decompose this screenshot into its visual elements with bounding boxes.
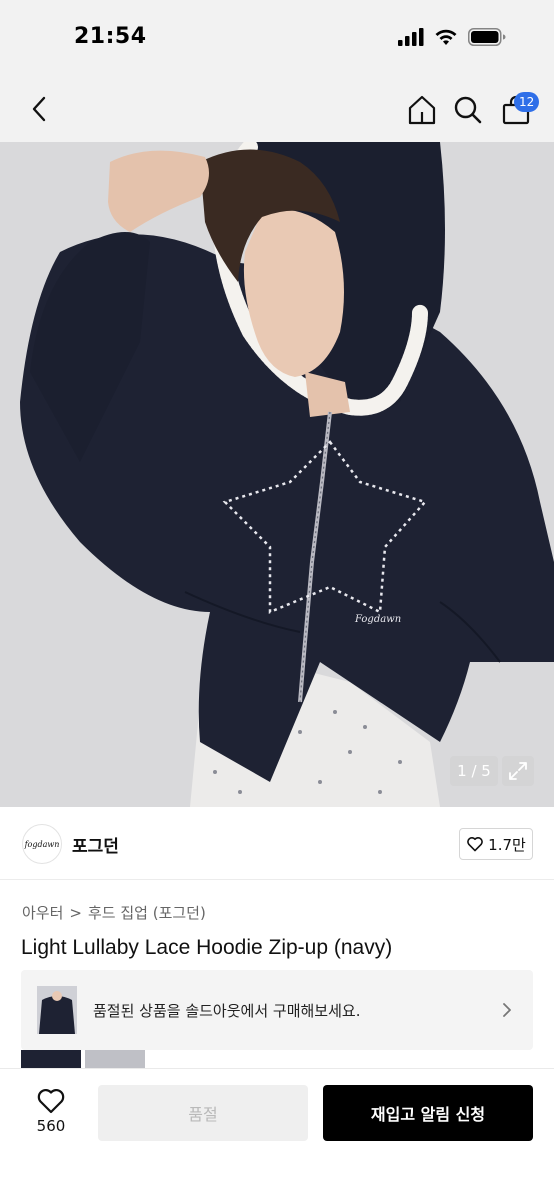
search-button[interactable]: [452, 94, 484, 126]
search-icon: [454, 96, 482, 124]
thumbnail-item[interactable]: [21, 1050, 81, 1068]
breadcrumb: 아우터 > 후드 집업 (포그던): [22, 902, 206, 923]
breadcrumb-category[interactable]: 아우터: [22, 902, 63, 923]
home-button[interactable]: [406, 94, 438, 126]
soldout-banner[interactable]: 품절된 상품을 솔드아웃에서 구매해보세요.: [21, 970, 533, 1050]
thumbnail-item[interactable]: [85, 1050, 145, 1068]
soldout-banner-text: 품절된 상품을 솔드아웃에서 구매해보세요.: [93, 1002, 361, 1020]
status-icons: [398, 28, 506, 50]
home-icon: [408, 95, 436, 125]
navigation-bar: [0, 76, 554, 142]
restock-alert-button[interactable]: 재입고 알림 신청: [323, 1085, 533, 1141]
chevron-right-icon: [503, 1003, 511, 1017]
battery-icon: [468, 28, 506, 50]
breadcrumb-separator: >: [69, 903, 82, 922]
signal-icon: [398, 28, 424, 50]
soldout-thumbnail: [37, 986, 77, 1034]
product-image[interactable]: Fogdawn: [0, 142, 554, 807]
brand-like-count: 1.7만: [488, 835, 526, 854]
heart-icon: [37, 1089, 65, 1114]
brand-logo-text: fogdawn: [24, 839, 60, 849]
status-bar: 21:54: [0, 0, 554, 76]
product-photo-illustration: Fogdawn: [0, 142, 554, 807]
cart-count-badge: 12: [514, 92, 540, 112]
back-icon: [32, 96, 46, 122]
status-time: 21:54: [74, 24, 147, 49]
brand-name[interactable]: 포그던: [72, 832, 119, 857]
brand-like-button[interactable]: 1.7만: [459, 828, 533, 860]
heart-outline-icon: [467, 837, 484, 852]
print-logo: Fogdawn: [354, 614, 401, 625]
thumbnail-strip: [21, 1050, 145, 1068]
expand-icon: [509, 762, 527, 780]
fullscreen-button[interactable]: [502, 756, 534, 786]
bottom-action-bar: 560 품절 재입고 알림 신청: [0, 1068, 554, 1200]
wish-count: 560: [36, 1117, 66, 1135]
soldout-button: 품절: [98, 1085, 308, 1141]
image-counter: 1 / 5: [450, 756, 498, 786]
brand-row: fogdawn 포그던 1.7만: [0, 808, 554, 880]
back-button[interactable]: [24, 94, 54, 124]
product-title: Light Lullaby Lace Hoodie Zip-up (navy): [21, 936, 393, 959]
brand-logo[interactable]: fogdawn: [22, 824, 62, 864]
wifi-icon: [434, 28, 458, 50]
breadcrumb-subcategory[interactable]: 후드 집업 (포그던): [88, 902, 206, 923]
